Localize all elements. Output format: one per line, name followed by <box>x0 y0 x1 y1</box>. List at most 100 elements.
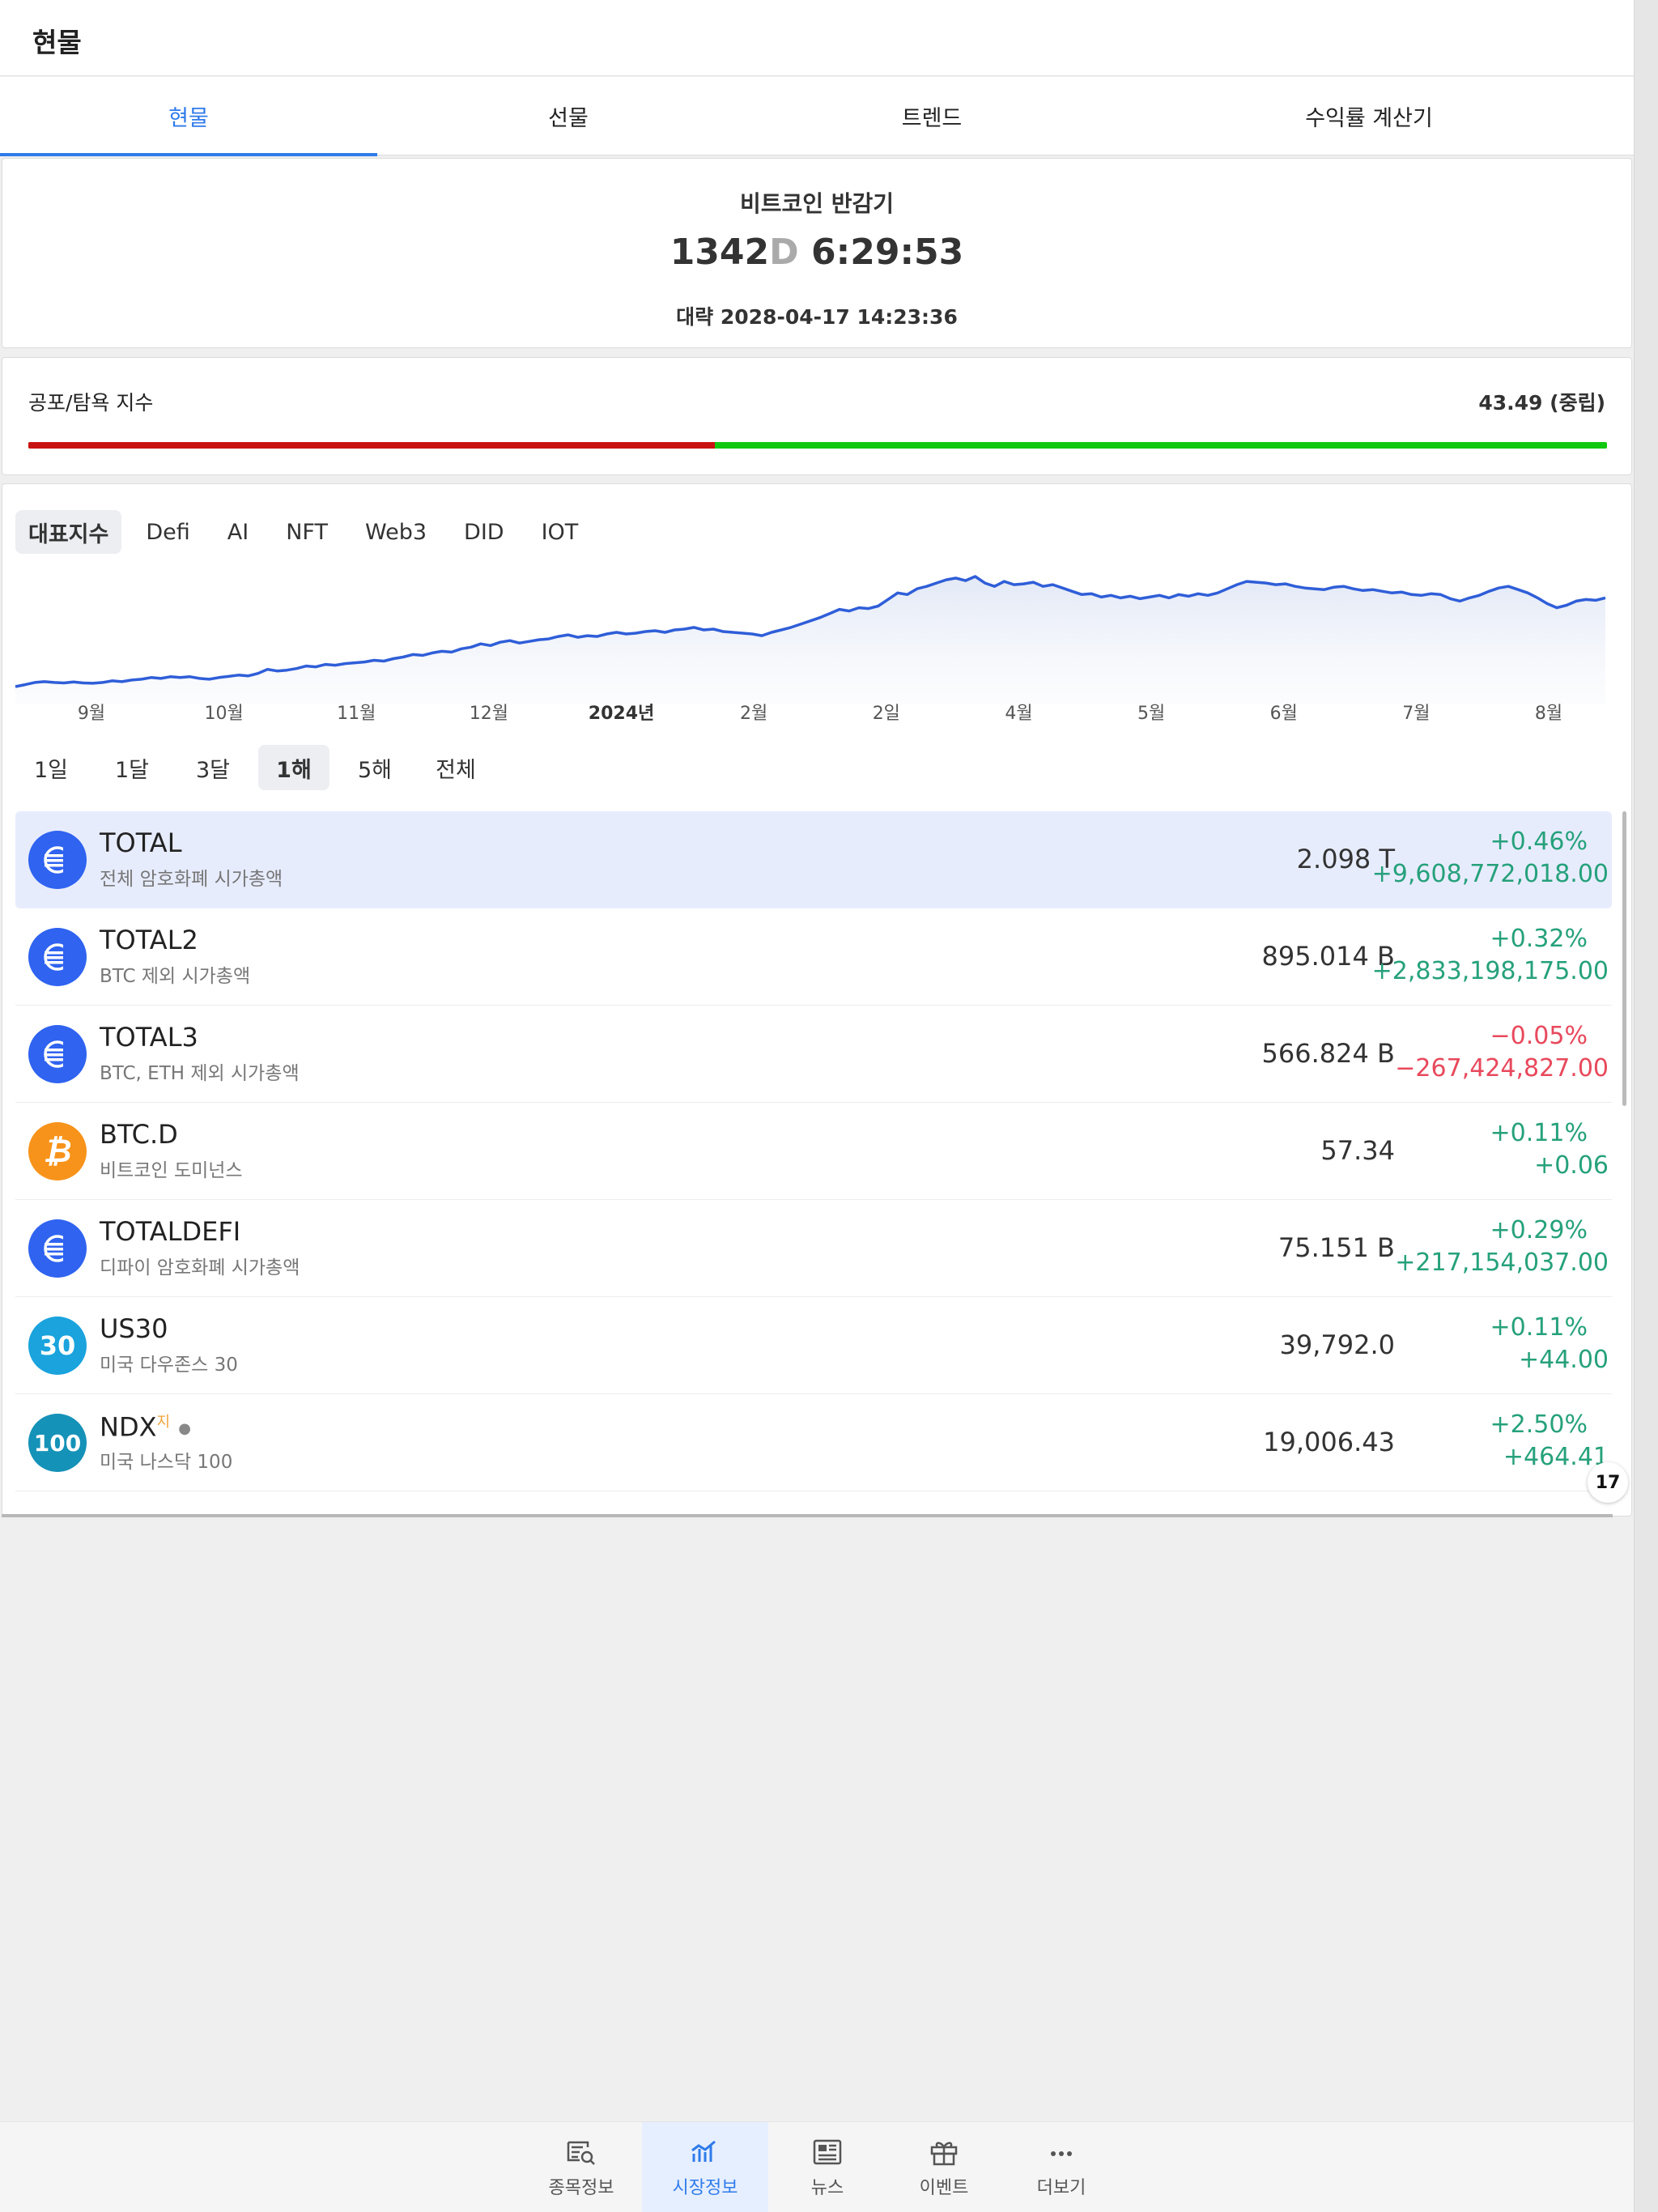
tab-trend[interactable]: 트렌드 <box>759 77 1104 155</box>
list-item[interactable]: TOTALDEFI 디파이 암호화폐 시가총액 75.151 B +0.29% … <box>15 1200 1612 1297</box>
x-tick-label: 7월 <box>1402 704 1430 724</box>
list-item[interactable]: ₿ BTC.D 비트코인 도미넌스 57.34 +0.11% +0.06 <box>15 1103 1612 1200</box>
x-tick-label: 2024년 <box>589 704 654 724</box>
window-scrollbar-track[interactable] <box>1634 0 1658 2212</box>
halving-countdown: 1342D 6:29:53 <box>2 232 1631 273</box>
category-web3[interactable]: Web3 <box>352 510 440 554</box>
x-tick-label: 5월 <box>1137 704 1165 724</box>
index-price: 566.824 B <box>1261 1038 1395 1069</box>
symbol-total3: TOTAL3 <box>100 1022 198 1053</box>
index-price: 19,006.43 <box>1263 1427 1395 1457</box>
category-nft[interactable]: NFT <box>273 510 341 554</box>
range-all[interactable]: 전체 <box>420 745 491 790</box>
x-tick-label: 6월 <box>1270 704 1298 724</box>
symbol-description: 디파이 암호화폐 시가총액 <box>100 1257 300 1278</box>
more-dots-icon <box>1045 2136 1078 2168</box>
range-3months[interactable]: 3달 <box>177 745 249 790</box>
fear-greed-bar <box>28 442 1607 449</box>
fear-greed-fill <box>28 442 716 449</box>
list-item[interactable]: TOTAL 전체 암호화폐 시가총액 2.098 T +0.46% +9,608… <box>15 811 1612 908</box>
range-1day[interactable]: 1일 <box>15 745 87 790</box>
symbol-description: 미국 다우존스 30 <box>100 1355 238 1376</box>
symbol-search-icon <box>565 2136 597 2168</box>
category-representative[interactable]: 대표지수 <box>15 510 122 554</box>
x-tick-label: 9월 <box>78 704 105 724</box>
change-percent: +0.11% <box>1490 1119 1588 1147</box>
symbol-btc-dominance: BTC.D <box>100 1119 178 1150</box>
total-index-icon <box>28 831 87 889</box>
symbol-description: 미국 나스닥 100 <box>100 1452 233 1473</box>
top-tab-bar: 현물 선물 트렌드 수익률 계산기 <box>0 77 1634 156</box>
chart-area-fill <box>15 576 1605 704</box>
symbol-total: TOTAL <box>100 827 182 858</box>
index-price: 75.151 B <box>1278 1232 1395 1263</box>
us30-icon: 30 <box>28 1317 87 1375</box>
list-item[interactable]: TOTAL3 BTC, ETH 제외 시가총액 566.824 B −0.05%… <box>15 1006 1612 1103</box>
delayed-marker: 지 <box>156 1414 171 1431</box>
change-value: +464.41 <box>1503 1443 1609 1471</box>
app-page: 현물 현물 선물 트렌드 수익률 계산기 비트코인 반감기 1342D 6:29… <box>0 0 1634 2212</box>
nav-label: 더보기 <box>1036 2178 1086 2198</box>
change-percent: +0.11% <box>1490 1313 1588 1342</box>
fear-greed-label: 공포/탐욕 지수 <box>28 391 154 415</box>
category-iot[interactable]: IOT <box>529 510 592 554</box>
chart-x-axis: 9월 10월 11월 12월 2024년 2월 2일 4월 5월 6월 7월 8월 <box>78 704 1562 724</box>
x-tick-label: 11월 <box>337 704 376 724</box>
symbol-description: BTC, ETH 제외 시가총액 <box>100 1063 300 1084</box>
change-value: −267,424,827.00 <box>1395 1054 1609 1083</box>
halving-date: 대략 2028-04-17 14:23:36 <box>676 305 958 329</box>
category-tabs: 대표지수 Defi AI NFT Web3 DID IOT <box>15 510 591 554</box>
index-price: 39,792.0 <box>1279 1329 1396 1360</box>
list-scrollbar[interactable] <box>1622 811 1626 1106</box>
list-item[interactable]: TOTAL2 BTC 제외 시가총액 895.014 B +0.32% +2,8… <box>15 908 1612 1006</box>
category-defi[interactable]: Defi <box>133 510 202 554</box>
list-item[interactable]: 100 NDX지 ● 미국 나스닥 100 19,006.43 +2.50% +… <box>15 1394 1612 1491</box>
range-5years[interactable]: 5해 <box>339 745 410 790</box>
change-percent: −0.05% <box>1490 1022 1588 1050</box>
market-line-chart[interactable]: 9월 10월 11월 12월 2024년 2월 2일 4월 5월 6월 7월 8월 <box>2 565 1632 735</box>
nav-more[interactable]: 더보기 <box>1005 2122 1117 2212</box>
halving-card: 비트코인 반감기 1342D 6:29:53 대략 2028-04-17 14:… <box>2 158 1632 348</box>
x-tick-label: 2일 <box>873 704 900 724</box>
nav-news[interactable]: 뉴스 <box>772 2122 882 2212</box>
range-1month[interactable]: 1달 <box>96 745 168 790</box>
category-did[interactable]: DID <box>451 510 517 554</box>
category-ai[interactable]: AI <box>215 510 261 554</box>
market-index-card: 대표지수 Defi AI NFT Web3 DID IOT 9월 10월 11월 12… <box>2 483 1632 1516</box>
page-title: 현물 <box>32 27 82 58</box>
change-percent: +0.29% <box>1490 1216 1588 1244</box>
tradingview-logo-icon[interactable]: 17 <box>1588 1462 1628 1503</box>
symbol-description: 비트코인 도미넌스 <box>100 1160 243 1181</box>
halving-time: 6:29:53 <box>811 232 964 273</box>
tab-return-calculator[interactable]: 수익률 계산기 <box>1104 77 1634 155</box>
change-value: +0.06 <box>1534 1151 1609 1180</box>
page-header: 현물 <box>0 0 1634 76</box>
range-1year[interactable]: 1해 <box>258 745 329 790</box>
bottom-navigation: 종목정보 시장정보 뉴스 이벤트 더보기 <box>0 2121 1634 2212</box>
bitcoin-icon: ₿ <box>28 1122 87 1180</box>
nav-events[interactable]: 이벤트 <box>886 2122 1002 2212</box>
gift-icon <box>928 2136 960 2168</box>
change-value: +9,608,772,018.00 <box>1371 860 1609 888</box>
nav-symbol-info[interactable]: 종목정보 <box>525 2122 638 2212</box>
change-value: +44.00 <box>1518 1346 1609 1374</box>
symbol-total2: TOTAL2 <box>100 925 198 955</box>
nav-label: 시장정보 <box>672 2178 738 2198</box>
range-selector: 1일 1달 3달 1해 5해 전체 <box>15 745 491 790</box>
tab-spot[interactable]: 현물 <box>0 77 377 156</box>
total-index-icon <box>28 928 87 986</box>
list-item[interactable]: 30 US30 미국 다우존스 30 39,792.0 +0.11% +44.0… <box>15 1297 1612 1394</box>
change-value: +217,154,037.00 <box>1395 1249 1609 1277</box>
halving-title: 비트코인 반감기 <box>739 190 895 217</box>
total-index-icon <box>28 1025 87 1083</box>
nav-label: 종목정보 <box>548 2178 614 2198</box>
ndx-icon: 100 <box>28 1414 87 1472</box>
change-percent: +2.50% <box>1490 1410 1588 1439</box>
symbol-totaldefi: TOTALDEFI <box>100 1216 241 1247</box>
nav-label: 이벤트 <box>919 2178 969 2198</box>
x-tick-label: 12월 <box>470 704 508 724</box>
nav-market-info[interactable]: 시장정보 <box>642 2122 768 2212</box>
card-bottom-divider <box>2 1514 1613 1517</box>
halving-day-unit: D <box>769 232 799 273</box>
tab-futures[interactable]: 선물 <box>377 77 759 155</box>
